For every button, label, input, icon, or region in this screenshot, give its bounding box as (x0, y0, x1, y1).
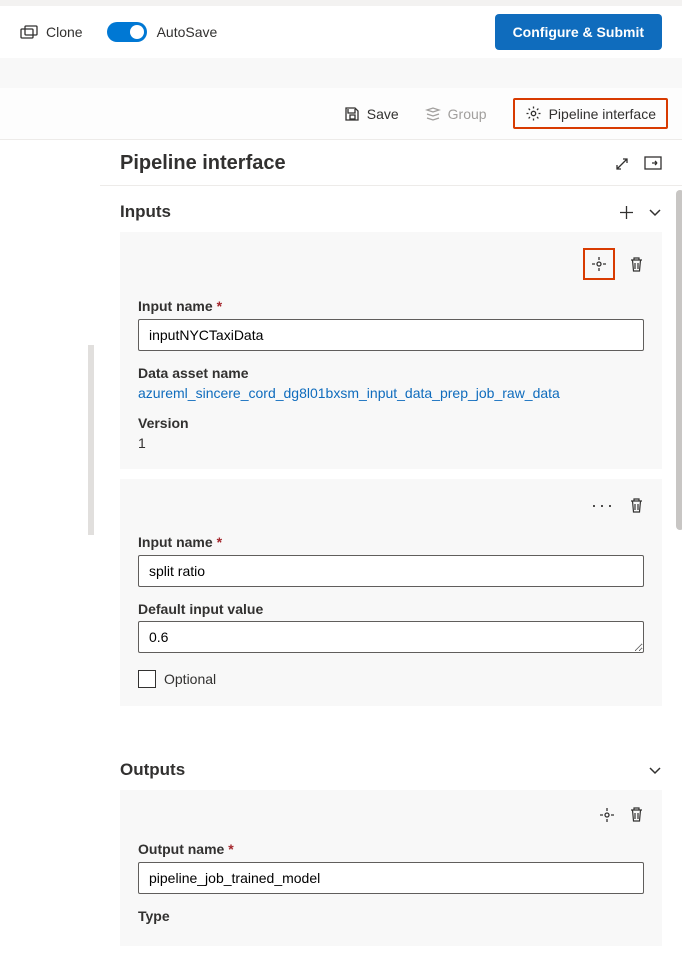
outputs-section-actions (648, 765, 662, 775)
input-1-name-label: Input name * (138, 534, 644, 550)
input-card-1: ··· Input name * Default input value Opt… (120, 479, 662, 706)
input-1-default-label: Default input value (138, 601, 644, 617)
input-0-data-asset-label: Data asset name (138, 365, 644, 381)
main-content: Pipeline interface Inputs (0, 140, 682, 956)
inputs-title: Inputs (120, 202, 171, 222)
output-0-type-label: Type (138, 908, 644, 924)
input-1-name-field[interactable] (138, 555, 644, 587)
input-0-version-value: 1 (138, 435, 644, 451)
separator-strip (0, 58, 682, 88)
locate-icon[interactable] (599, 807, 615, 823)
output-0-name-field[interactable] (138, 862, 644, 894)
expand-icon[interactable] (614, 156, 630, 172)
input-1-default-field[interactable] (138, 621, 644, 653)
panel-header: Pipeline interface (100, 140, 682, 186)
add-input-icon[interactable] (619, 205, 634, 220)
pipeline-interface-label: Pipeline interface (549, 106, 656, 122)
pipeline-interface-action[interactable]: Pipeline interface (513, 98, 668, 129)
output-card-0: Output name * Type (120, 790, 662, 946)
delete-icon[interactable] (629, 497, 644, 514)
input-card-0: Input name * Data asset name azureml_sin… (120, 232, 662, 469)
outputs-section: Outputs Output name * (100, 744, 682, 946)
outputs-section-header: Outputs (120, 760, 662, 780)
action-bar: Save Group Pipeline interface (0, 88, 682, 140)
inputs-section: Inputs (100, 186, 682, 744)
input-0-name-label: Input name * (138, 298, 644, 314)
canvas-gutter (0, 140, 100, 956)
delete-icon[interactable] (629, 256, 644, 273)
clone-icon (20, 25, 38, 39)
gutter-indicator (88, 345, 94, 535)
clone-label: Clone (46, 24, 83, 40)
input-1-optional-label: Optional (164, 671, 216, 687)
input-0-version-label: Version (138, 415, 644, 431)
output-0-name-label: Output name * (138, 841, 644, 857)
inputs-section-actions (619, 205, 662, 220)
save-icon (344, 106, 360, 122)
input-1-optional-checkbox[interactable] (138, 670, 156, 688)
panel-title: Pipeline interface (120, 152, 286, 175)
input-card-0-actions (138, 248, 644, 280)
autosave-label: AutoSave (157, 24, 218, 40)
outputs-title: Outputs (120, 760, 185, 780)
autosave-control: AutoSave (107, 22, 218, 42)
inputs-section-header: Inputs (120, 202, 662, 222)
group-icon (425, 106, 441, 122)
delete-icon[interactable] (629, 806, 644, 823)
scrollbar[interactable] (676, 190, 682, 530)
locate-icon[interactable] (583, 248, 615, 280)
output-card-0-actions (138, 806, 644, 823)
popout-icon[interactable] (644, 156, 662, 172)
input-0-name-field[interactable] (138, 319, 644, 351)
top-toolbar-left: Clone AutoSave (20, 22, 217, 42)
gear-icon (525, 105, 542, 122)
save-action[interactable]: Save (344, 106, 399, 122)
top-toolbar: Clone AutoSave Configure & Submit (0, 0, 682, 58)
save-label: Save (367, 106, 399, 122)
group-action: Group (425, 106, 487, 122)
input-1-optional-row: Optional (138, 670, 644, 688)
autosave-toggle[interactable] (107, 22, 147, 42)
collapse-outputs-icon[interactable] (648, 765, 662, 775)
input-card-1-actions: ··· (138, 495, 644, 516)
panel-header-actions (614, 156, 662, 172)
collapse-inputs-icon[interactable] (648, 207, 662, 217)
configure-submit-button[interactable]: Configure & Submit (495, 14, 662, 50)
more-icon[interactable]: ··· (591, 495, 615, 516)
group-label: Group (448, 106, 487, 122)
pipeline-interface-panel: Pipeline interface Inputs (100, 140, 682, 956)
input-0-data-asset-link[interactable]: azureml_sincere_cord_dg8l01bxsm_input_da… (138, 385, 644, 401)
clone-button[interactable]: Clone (20, 24, 83, 40)
